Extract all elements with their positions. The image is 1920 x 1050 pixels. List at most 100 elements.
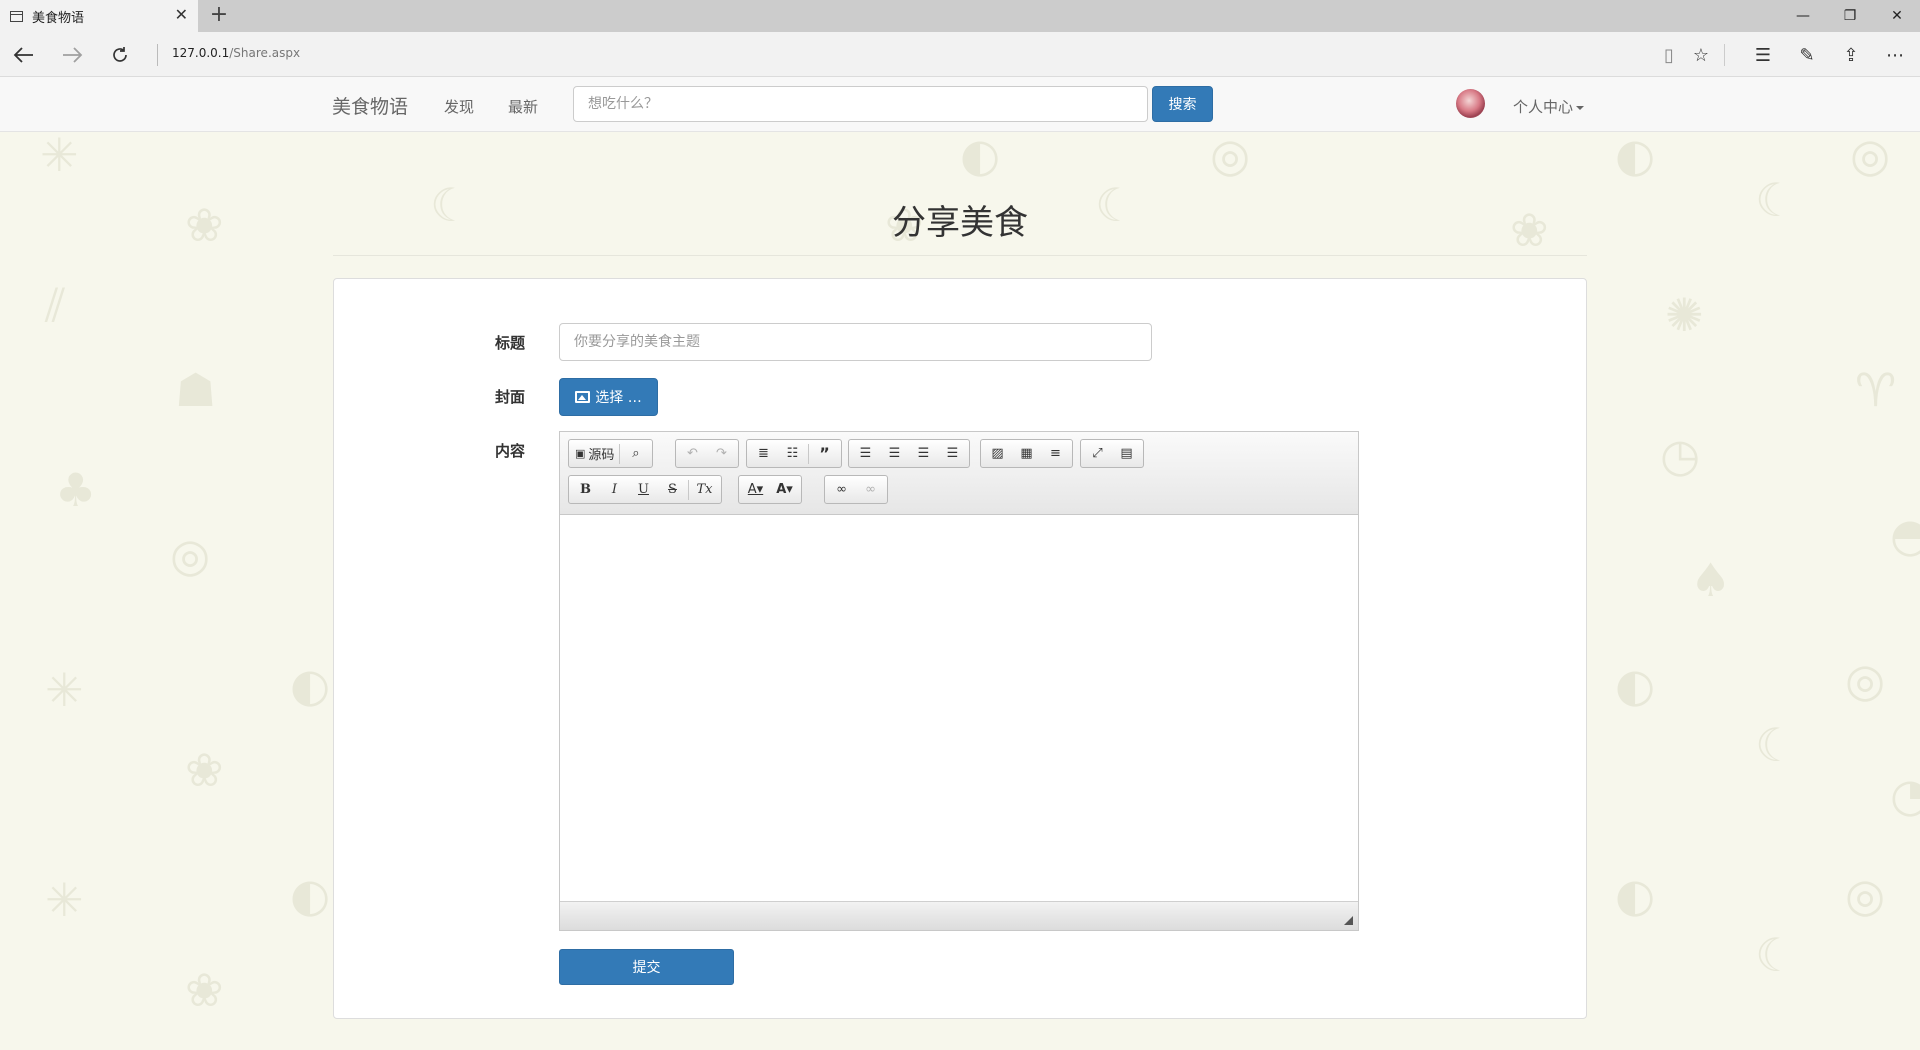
toolbar-group-links: ∞ ∞ <box>824 475 888 504</box>
browser-tab[interactable]: 美食物语 ✕ <box>0 0 198 32</box>
toolbar-divider <box>1724 44 1725 66</box>
share-icon[interactable]: ⇪ <box>1836 41 1866 69</box>
toolbar-group-basicstyles: B I U S Tx <box>568 475 722 504</box>
cherry-icon: ♣ <box>55 463 97 517</box>
toolbar-group-history: ↶ ↷ <box>675 439 739 468</box>
toolbar-group-colors: A▾ A▾ <box>738 475 802 504</box>
redo-icon[interactable]: ↷ <box>707 441 736 466</box>
watermelon-icon: ◐ <box>1615 132 1656 182</box>
refresh-button[interactable] <box>104 40 136 70</box>
picture-icon <box>575 391 591 403</box>
blockquote-icon[interactable]: ” <box>810 441 839 466</box>
pineapple-icon: ✳ <box>45 873 84 927</box>
banana-icon: ☾ <box>1755 928 1797 982</box>
donut-icon: ◎ <box>1850 132 1891 182</box>
steak-icon: ◎ <box>170 528 211 582</box>
cocktail-icon: ♈ <box>1855 363 1897 417</box>
address-bar: 127.0.0.1/Share.aspx ▯ ☆ ☰ ✎ ⇪ ⋯ <box>0 32 1920 77</box>
remove-format-icon[interactable]: Tx <box>690 477 719 502</box>
toolbar-group-insert: ▨ ▦ ≡ <box>980 439 1073 468</box>
editor-content-area[interactable] <box>560 516 1358 901</box>
close-window-button[interactable]: ✕ <box>1874 0 1920 32</box>
toolbar-group-document: ▣ 源码 ⌕ <box>568 439 654 468</box>
back-arrow-icon <box>13 47 33 63</box>
watermelon-icon: ◐ <box>290 658 331 712</box>
restore-button[interactable]: ❐ <box>1827 0 1873 32</box>
nav-link-discover[interactable]: 发现 <box>444 96 474 117</box>
editor-status-bar <box>560 901 1358 930</box>
url-field[interactable]: 127.0.0.1/Share.aspx <box>172 46 300 60</box>
underline-icon[interactable]: U <box>629 477 658 502</box>
toolbar-separator <box>808 443 809 464</box>
background-color-icon[interactable]: A▾ <box>770 477 799 502</box>
new-tab-button[interactable]: + <box>206 3 232 27</box>
toolbar-group-view: ⤢ ▤ <box>1080 439 1144 468</box>
choose-cover-button[interactable]: 选择 … <box>559 378 658 416</box>
title-input[interactable] <box>559 323 1152 361</box>
brand-logo[interactable]: 美食物语 <box>332 92 408 119</box>
italic-icon[interactable]: I <box>600 477 629 502</box>
justify-icon[interactable]: ☰ <box>938 441 967 466</box>
avatar[interactable] <box>1456 89 1485 118</box>
horizontal-rule-icon[interactable]: ≡ <box>1041 441 1070 466</box>
unlink-icon[interactable]: ∞ <box>856 477 885 502</box>
page-title: 分享美食 <box>892 203 1028 243</box>
source-label: 源码 <box>588 448 615 463</box>
web-note-icon[interactable]: ✎ <box>1792 41 1822 69</box>
content-label: 内容 <box>495 442 526 460</box>
minimize-button[interactable]: — <box>1780 0 1826 32</box>
more-icon[interactable]: ⋯ <box>1880 41 1910 69</box>
browser-tab-strip: 美食物语 ✕ + — ❐ ✕ <box>0 0 1920 32</box>
toolbar-group-lists: ≣ ☷ ” <box>746 439 842 468</box>
preview-icon[interactable]: ⌕ <box>621 441 650 466</box>
favorite-star-icon[interactable]: ☆ <box>1686 41 1716 69</box>
text-color-icon[interactable]: A▾ <box>741 477 770 502</box>
user-center-dropdown[interactable]: 个人中心 <box>1513 96 1585 117</box>
align-left-icon[interactable]: ☰ <box>851 441 880 466</box>
donut-icon: ◎ <box>1845 868 1886 922</box>
watermelon-icon: ◐ <box>960 132 1001 182</box>
user-center-label: 个人中心 <box>1513 98 1574 116</box>
bold-icon[interactable]: B <box>571 477 600 502</box>
hub-icon[interactable]: ☰ <box>1748 41 1778 69</box>
submit-button[interactable]: 提交 <box>559 949 734 985</box>
pineapple-icon: ✳ <box>40 132 79 182</box>
grape-icon: ❀ <box>185 743 224 797</box>
reading-view-icon[interactable]: ▯ <box>1654 41 1684 69</box>
undo-icon[interactable]: ↶ <box>678 441 707 466</box>
link-icon[interactable]: ∞ <box>827 477 856 502</box>
show-blocks-icon[interactable]: ▤ <box>1112 441 1141 466</box>
broccoli-icon: ♠ <box>1690 553 1732 607</box>
url-divider <box>157 44 158 66</box>
site-navbar: 美食物语 发现 最新 搜索 个人中心 <box>0 77 1920 132</box>
title-divider <box>333 255 1587 256</box>
donut-icon: ◎ <box>1210 132 1251 182</box>
table-icon[interactable]: ▦ <box>1012 441 1041 466</box>
watermelon-icon: ◐ <box>1615 658 1656 712</box>
strikethrough-icon[interactable]: S <box>658 477 687 502</box>
choose-cover-label: 选择 … <box>595 390 642 406</box>
toolbar-separator <box>619 443 621 464</box>
maximize-icon[interactable]: ⤢ <box>1083 441 1112 466</box>
image-icon[interactable]: ▨ <box>983 441 1012 466</box>
tab-title: 美食物语 <box>32 10 85 26</box>
back-button[interactable] <box>8 40 40 70</box>
clock-icon: ◷ <box>1660 428 1701 482</box>
numbered-list-icon[interactable]: ≣ <box>749 441 778 466</box>
forward-arrow-icon <box>63 47 83 63</box>
fruit-icon: ◔ <box>1890 768 1920 822</box>
search-input[interactable] <box>573 86 1148 122</box>
source-button[interactable]: ▣ 源码 <box>571 441 618 466</box>
refresh-icon <box>113 47 127 62</box>
toolbar-group-align: ☰ ☰ ☰ ☰ <box>848 439 970 468</box>
forward-button[interactable] <box>56 40 88 70</box>
pineapple-icon: ✳ <box>45 663 84 717</box>
close-tab-icon[interactable]: ✕ <box>175 7 188 23</box>
resize-handle-icon[interactable] <box>1344 916 1353 925</box>
nav-link-latest[interactable]: 最新 <box>508 96 538 117</box>
watermelon-icon: ◐ <box>1615 868 1656 922</box>
align-center-icon[interactable]: ☰ <box>880 441 909 466</box>
search-button[interactable]: 搜索 <box>1152 86 1213 122</box>
bulleted-list-icon[interactable]: ☷ <box>778 441 807 466</box>
align-right-icon[interactable]: ☰ <box>909 441 938 466</box>
